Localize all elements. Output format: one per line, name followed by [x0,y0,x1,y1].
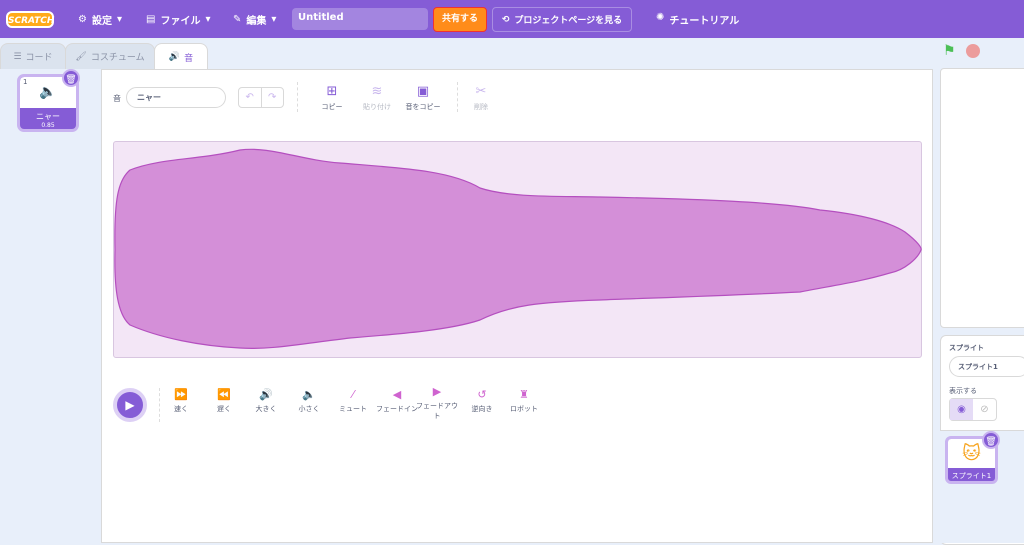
settings-label: 設定 [91,16,112,27]
waveform[interactable] [113,141,922,358]
effect-label: ミュート [339,405,367,413]
copy-button[interactable]: ⊞ コピー [316,84,348,112]
effect-label: フェードイン [376,405,418,413]
paste-icon: ≋ [371,84,383,99]
gear-icon: ⚙ [78,14,87,25]
tutorials-label: チュートリアル [669,16,740,27]
fade-out-icon: ▶ [432,385,442,398]
caret-down-icon: ▾ [271,14,277,25]
green-flag-icon[interactable]: ⚑ [943,43,956,59]
rewind-icon: ⏪ [217,388,231,401]
effect-reverse-button[interactable]: ↺ 逆向き [462,388,502,414]
sprite-name-input[interactable]: スプライト1 [949,356,1024,377]
stop-icon[interactable] [966,44,980,58]
sound-name-label: 音 [113,94,121,103]
effect-mute-button[interactable]: ⁄ ミュート [333,388,373,414]
reverse-icon: ↺ [477,388,487,401]
trash-icon: 🗑 [65,75,77,85]
lightbulb-icon: ✺ [656,12,665,23]
volume-down-icon: 🔈 [302,388,316,401]
menu-bar: SCRATCH ⚙ 設定 ▾ ▤ ファイル ▾ ✎ 編集 ▾ Untitled 共有する ⟲… [0,0,1024,38]
speaker-icon: 🔈 [39,84,57,100]
sound-name: ニャー [36,112,60,121]
paste-button[interactable]: ≋ 貼り付け [358,84,396,112]
hide-sprite-button[interactable]: ⊘ [973,399,996,420]
edit-menu[interactable]: ✎ 編集 ▾ [233,12,276,27]
brush-icon: 🖌 [75,51,87,62]
edit-label: 編集 [246,16,267,27]
play-icon: ▶ [125,398,135,412]
code-icon: ☰ [13,51,22,62]
show-label: 表示する [949,387,977,395]
tab-code[interactable]: ☰ コード [0,43,66,69]
sound-index: 1 [23,78,28,86]
effect-label: フェードアウト [416,402,458,420]
sprite-label: スプライト [949,344,984,352]
caret-down-icon: ▾ [205,14,211,25]
speaker-icon: 🔊 [168,52,181,62]
effect-label: 速く [174,405,188,413]
tab-sounds[interactable]: 🔊 音 [154,43,208,70]
project-title-input[interactable]: Untitled [292,8,428,30]
tab-label: 音 [184,53,194,64]
effect-softer-button[interactable]: 🔈 小さく [289,388,329,414]
play-button[interactable]: ▶ [113,388,147,422]
tool-label: 削除 [474,103,488,111]
mute-icon: ⁄ [352,388,354,401]
effect-label: 小さく [298,405,320,413]
settings-menu[interactable]: ⚙ 設定 ▾ [78,12,122,27]
remix-icon: ⟲ [501,14,510,25]
effect-label: 遅く [217,405,231,413]
file-menu[interactable]: ▤ ファイル ▾ [146,12,210,27]
project-page-label: プロジェクトページを見る [514,16,623,26]
redo-button[interactable]: ↷ [262,88,284,107]
stage[interactable] [940,68,1024,328]
waveform-shape [114,148,922,349]
tab-label: コード [25,53,53,63]
tutorials-button[interactable]: ✺ チュートリアル [656,12,739,27]
eye-icon: ◉ [957,404,966,415]
tab-label: コスチューム [90,53,145,63]
fast-forward-icon: ⏩ [174,388,188,401]
effect-faster-button[interactable]: ⏩ 速く [161,388,201,414]
effect-label: 大きく [255,405,277,413]
tab-costumes[interactable]: 🖌 コスチューム [65,43,155,69]
tool-label: 貼り付け [363,103,391,111]
trash-icon: 🗑 [985,437,997,447]
show-sprite-button[interactable]: ◉ [950,399,973,420]
sound-name-input[interactable]: ニャー [126,87,226,108]
copy-icon: ⊞ [326,84,338,99]
delete-button[interactable]: ✂ 削除 [468,84,494,112]
effect-label: 逆向き [471,405,493,413]
effect-louder-button[interactable]: 🔊 大きく [246,388,286,414]
file-label: ファイル [160,16,201,27]
delete-sprite-button[interactable]: 🗑 [982,431,1000,449]
pencil-icon: ✎ [233,14,242,25]
undo-button[interactable]: ↶ [239,88,262,107]
scissors-icon: ✂ [475,84,487,99]
eye-slash-icon: ⊘ [980,404,989,415]
effect-fade-in-button[interactable]: ◀ フェードイン [376,388,418,414]
tool-label: 音をコピー [405,103,441,111]
fade-in-icon: ◀ [392,388,402,401]
delete-sound-button[interactable]: 🗑 [62,69,80,87]
caret-down-icon: ▾ [116,14,122,25]
copy-sound-icon: ▣ [416,84,430,99]
sound-list [0,69,101,543]
sound-duration: 0.85 [41,122,55,129]
volume-up-icon: 🔊 [259,388,273,401]
share-button[interactable]: 共有する [433,7,487,32]
file-icon: ▤ [146,14,156,25]
effect-slower-button[interactable]: ⏪ 遅く [204,388,244,414]
sprite-item-name: スプライト1 [951,472,992,480]
project-page-button[interactable]: ⟲ プロジェクトページを見る [492,7,632,32]
copy-to-new-button[interactable]: ▣ 音をコピー [403,84,443,112]
effect-fade-out-button[interactable]: ▶ フェードアウト [416,385,458,421]
effect-label: ロボット [510,405,538,413]
robot-icon: ♜ [519,388,529,401]
tool-label: コピー [321,103,343,111]
effect-robot-button[interactable]: ♜ ロボット [504,388,544,414]
scratch-logo[interactable]: SCRATCH [6,11,54,28]
